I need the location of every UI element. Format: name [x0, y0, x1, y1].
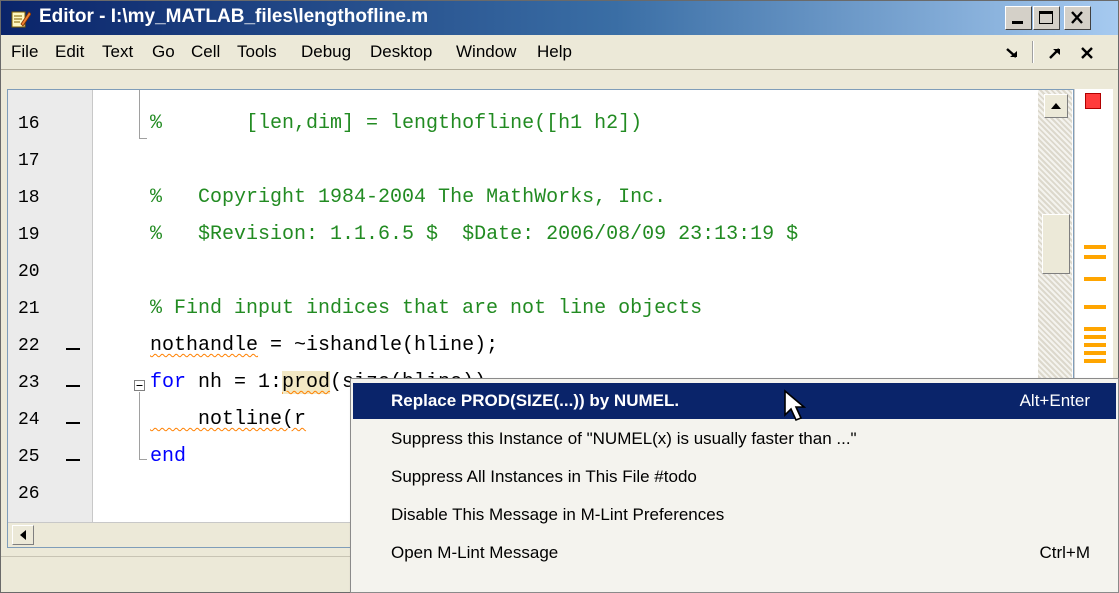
- comment-marker: %: [150, 223, 163, 246]
- line-number: 18: [18, 188, 40, 208]
- menu-item-suppress-all[interactable]: Suppress All Instances in This File #tod…: [353, 459, 1116, 495]
- scroll-thumb[interactable]: [1042, 214, 1070, 274]
- menu-item-shortcut: Ctrl+M: [1039, 543, 1090, 562]
- keyword-for: for: [150, 371, 187, 394]
- close-icon: [1071, 11, 1083, 24]
- line-number: 16: [18, 114, 40, 134]
- code-text: nh = 1:: [186, 371, 283, 394]
- minimize-icon: [1012, 21, 1023, 24]
- code-line-18: % Copyright 1984-2004 The MathWorks, Inc…: [150, 186, 666, 209]
- line-number: 26: [18, 484, 40, 504]
- maximize-icon: [1039, 11, 1053, 24]
- line-number: 20: [18, 262, 40, 282]
- menu-item-suppress-instance[interactable]: Suppress this Instance of "NUMEL(x) is u…: [353, 421, 1116, 457]
- menu-item-label: Replace PROD(SIZE(...)) by NUMEL.: [391, 391, 680, 410]
- mlint-highlighted-token[interactable]: prod: [282, 371, 331, 394]
- menu-item-label: Open M-Lint Message: [391, 543, 559, 562]
- fold-guide: [139, 392, 140, 460]
- fold-guide: [139, 459, 147, 460]
- executable-line-marker[interactable]: [66, 385, 80, 387]
- menu-item-label: Disable This Message in M-Lint Preferenc…: [391, 505, 725, 524]
- menu-item-disable-message[interactable]: Disable This Message in M-Lint Preferenc…: [353, 497, 1116, 533]
- code-line-25: end: [150, 445, 187, 468]
- line-number: 17: [18, 151, 40, 171]
- menu-file[interactable]: File: [11, 42, 38, 62]
- executable-line-marker[interactable]: [66, 348, 80, 350]
- menu-item-replace-with-numel[interactable]: Replace PROD(SIZE(...)) by NUMEL. Alt+En…: [353, 383, 1116, 422]
- close-window-button[interactable]: [1064, 6, 1091, 30]
- code-line-22: nothandle = ~ishandle(hline);: [150, 334, 498, 357]
- scroll-left-icon: [20, 530, 26, 540]
- menu-edit[interactable]: Edit: [55, 42, 84, 62]
- line-number: 21: [18, 299, 40, 319]
- mouse-pointer-icon: [784, 389, 807, 422]
- code-line-21: % Find input indices that are not line o…: [150, 297, 703, 320]
- fold-guide: [139, 138, 147, 139]
- code-text: = ~ishandle(hline);: [258, 334, 499, 357]
- code-line-24: notline(r: [150, 408, 306, 431]
- code-line-19: % $Revision: 1.1.6.5 $ $Date: 2006/08/09…: [150, 223, 798, 246]
- title-bar[interactable]: Editor - I:\my_MATLAB_files\lengthofline…: [1, 1, 1118, 35]
- menu-help[interactable]: Help: [537, 42, 572, 62]
- executable-line-marker[interactable]: [66, 422, 80, 424]
- mlint-warning-marker[interactable]: [1084, 343, 1106, 347]
- mlint-status-indicator[interactable]: [1085, 93, 1101, 109]
- mlint-warning-marker[interactable]: [1084, 335, 1106, 339]
- line-number: 19: [18, 225, 40, 245]
- menu-bar: File Edit Text Go Cell Tools Debug Deskt…: [1, 35, 1118, 70]
- dock-arrow-icon[interactable]: [1001, 43, 1023, 63]
- executable-line-marker[interactable]: [66, 459, 80, 461]
- window-title: Editor - I:\my_MATLAB_files\lengthofline…: [39, 6, 429, 27]
- menu-item-label: Suppress this Instance of "NUMEL(x) is u…: [391, 429, 857, 448]
- mlint-warning-marker[interactable]: [1084, 255, 1106, 259]
- line-number-gutter: 16 17 18 19 20 21 22 23 24 25 26: [8, 90, 93, 522]
- menu-item-label: Suppress All Instances in This File #tod…: [391, 467, 697, 486]
- menu-desktop[interactable]: Desktop: [370, 42, 432, 62]
- mlint-warning-marker[interactable]: [1084, 351, 1106, 355]
- fold-toggle-icon[interactable]: [134, 380, 145, 391]
- mlint-warning-marker[interactable]: [1084, 245, 1106, 249]
- scroll-up-icon: [1051, 103, 1061, 109]
- code-line-16: % [len,dim] = lengthofline([h1 h2]): [150, 112, 642, 135]
- maximize-button[interactable]: [1033, 6, 1060, 30]
- menu-go[interactable]: Go: [152, 42, 175, 62]
- matlab-editor-icon: [11, 10, 32, 28]
- comment-text: Copyright 1984-2004 The MathWorks, Inc.: [162, 186, 667, 209]
- menu-window[interactable]: Window: [456, 42, 516, 62]
- mlint-warning-marker[interactable]: [1084, 305, 1106, 309]
- comment-text: [len,dim] = lengthofline([h1 h2]): [162, 112, 643, 135]
- mlint-warning-marker[interactable]: [1084, 327, 1106, 331]
- mlint-warning-token[interactable]: nothandle: [150, 334, 258, 357]
- comment-marker: %: [150, 186, 163, 209]
- menu-text[interactable]: Text: [102, 42, 133, 62]
- menu-separator: [1032, 41, 1034, 63]
- mlint-warning-marker[interactable]: [1084, 359, 1106, 363]
- undock-arrow-icon[interactable]: [1044, 43, 1066, 63]
- menu-cell[interactable]: Cell: [191, 42, 220, 62]
- comment-text: $Revision: 1.1.6.5 $ $Date: 2006/08/09 2…: [162, 223, 799, 246]
- menu-item-shortcut: Alt+Enter: [1019, 391, 1090, 410]
- code-text: notline(r: [150, 408, 307, 431]
- line-number: 22: [18, 336, 40, 356]
- fold-guide: [139, 90, 140, 138]
- comment-marker: %: [150, 112, 163, 135]
- minimize-button[interactable]: [1005, 6, 1032, 30]
- line-number: 24: [18, 410, 40, 430]
- scroll-up-button[interactable]: [1044, 94, 1068, 118]
- scroll-left-button[interactable]: [12, 525, 34, 545]
- menu-item-open-message[interactable]: Open M-Lint Message Ctrl+M: [353, 535, 1116, 571]
- close-editor-icon[interactable]: [1076, 43, 1098, 63]
- menu-debug[interactable]: Debug: [301, 42, 351, 62]
- mlint-context-menu: Replace PROD(SIZE(...)) by NUMEL. Alt+En…: [350, 378, 1119, 593]
- menu-tools[interactable]: Tools: [237, 42, 277, 62]
- mlint-warning-marker[interactable]: [1084, 277, 1106, 281]
- line-number: 25: [18, 447, 40, 467]
- line-number: 23: [18, 373, 40, 393]
